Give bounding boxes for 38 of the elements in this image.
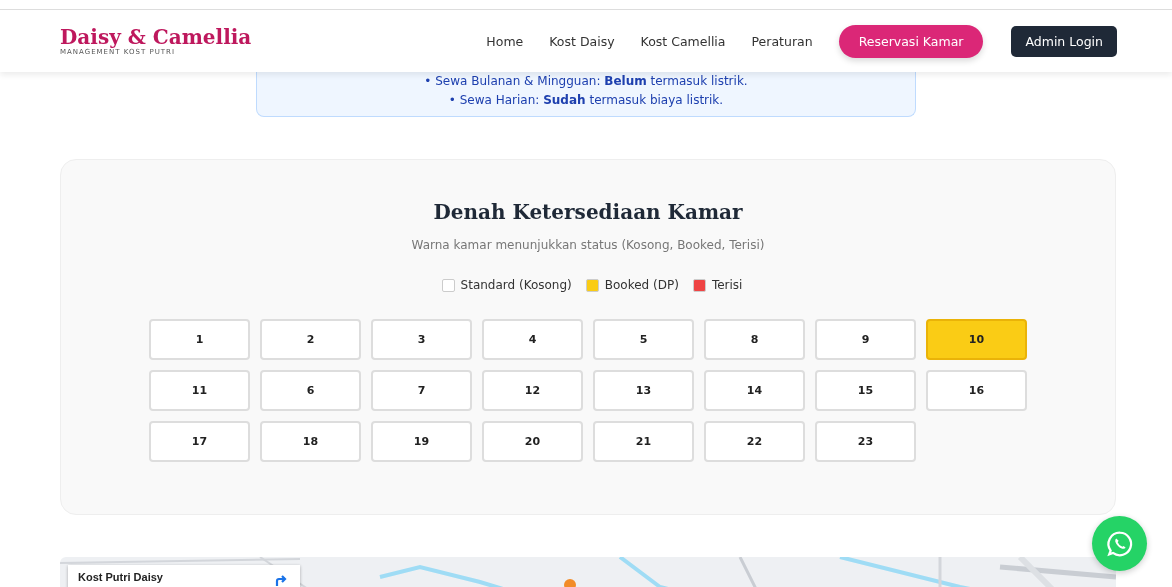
- nav-link[interactable]: Kost Camellia: [640, 33, 726, 49]
- room-tile[interactable]: 10: [926, 319, 1027, 360]
- room-tile[interactable]: 14: [704, 370, 805, 411]
- notice-text: • Sewa Bulanan & Mingguan: Belum termasuk listrik.: [423, 73, 749, 90]
- room-tile[interactable]: 18: [260, 421, 361, 462]
- place-title: Kost Putri Daisy: [78, 571, 163, 585]
- nav-link[interactable]: Home: [486, 33, 524, 49]
- room-tile[interactable]: 23: [815, 421, 916, 462]
- room-tile[interactable]: 11: [149, 370, 250, 411]
- nav-link[interactable]: Kost Daisy: [549, 33, 615, 49]
- section-subtitle: Warna kamar menunjukkan status (Kosong, Booked, Terisi): [411, 238, 765, 252]
- section-title: Denah Ketersediaan Kamar: [433, 200, 743, 224]
- room-tile[interactable]: 9: [815, 319, 916, 360]
- room-tile[interactable]: 6: [260, 370, 361, 411]
- room-tile[interactable]: 1: [149, 319, 250, 360]
- room-tile[interactable]: 22: [704, 421, 805, 462]
- admin-login-button[interactable]: Admin Login: [1011, 25, 1117, 57]
- legend-label: Booked (DP): [604, 278, 679, 292]
- brand-name[interactable]: Daisy & Camellia: [60, 26, 252, 48]
- room-tile[interactable]: 8: [704, 319, 805, 360]
- legend-label: Standard (Kosong): [460, 278, 572, 292]
- room-tile[interactable]: 21: [593, 421, 694, 462]
- room-tile[interactable]: 5: [593, 319, 694, 360]
- nav-link[interactable]: Peraturan: [751, 33, 813, 49]
- room-tile[interactable]: 3: [371, 319, 472, 360]
- room-tile[interactable]: 17: [149, 421, 250, 462]
- room-tile[interactable]: 15: [815, 370, 916, 411]
- room-tile[interactable]: 13: [593, 370, 694, 411]
- reservation-button[interactable]: Reservasi Kamar: [838, 24, 984, 58]
- legend-label: Terisi: [711, 278, 743, 292]
- room-tile[interactable]: 2: [260, 319, 361, 360]
- room-tile[interactable]: 4: [482, 319, 583, 360]
- room-tile[interactable]: 20: [482, 421, 583, 462]
- room-tile[interactable]: 19: [371, 421, 472, 462]
- notice-text: • Sewa Harian: Sudah termasuk biaya listrik.: [447, 92, 725, 109]
- room-tile[interactable]: 12: [482, 370, 583, 411]
- room-tile[interactable]: 7: [371, 370, 472, 411]
- room-tile[interactable]: 16: [926, 370, 1027, 411]
